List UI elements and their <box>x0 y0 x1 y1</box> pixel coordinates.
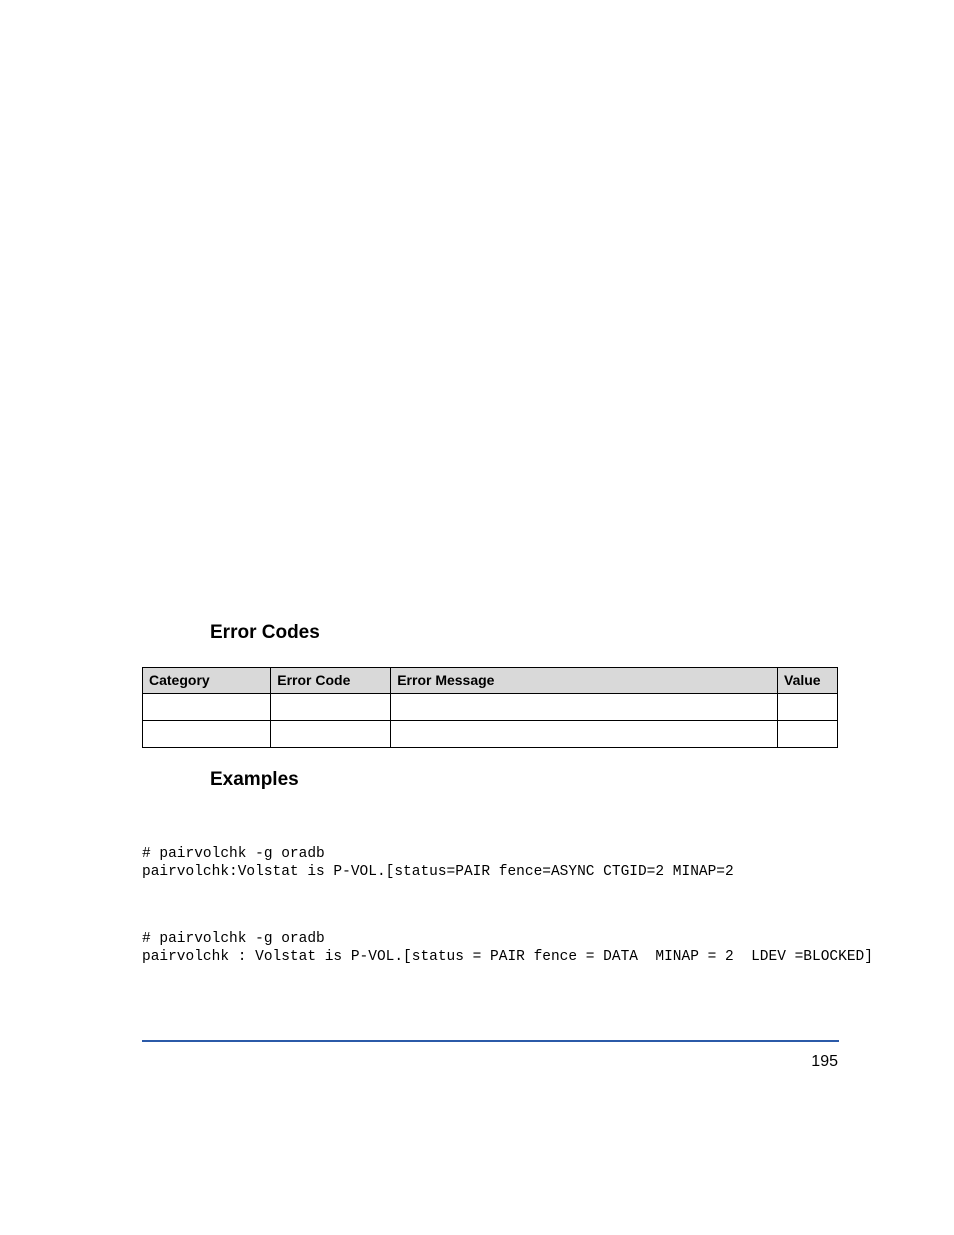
td-value <box>778 693 838 720</box>
footer-rule <box>142 1040 839 1042</box>
page-number: 195 <box>811 1053 838 1071</box>
td-error-code <box>271 720 391 747</box>
code-example-2: # pairvolchk -g oradb pairvolchk : Volst… <box>142 930 873 966</box>
th-value: Value <box>778 668 838 694</box>
table-header-row: Category Error Code Error Message Value <box>143 668 838 694</box>
td-category <box>143 693 271 720</box>
table-row <box>143 693 838 720</box>
td-error-code <box>271 693 391 720</box>
th-error-message: Error Message <box>391 668 778 694</box>
table-row <box>143 720 838 747</box>
td-error-message <box>391 720 778 747</box>
th-category: Category <box>143 668 271 694</box>
td-error-message <box>391 693 778 720</box>
page: Error Codes Category Error Code Error Me… <box>0 0 954 1235</box>
error-codes-table: Category Error Code Error Message Value <box>142 667 838 748</box>
td-category <box>143 720 271 747</box>
code-example-1: # pairvolchk -g oradb pairvolchk:Volstat… <box>142 845 734 881</box>
th-error-code: Error Code <box>271 668 391 694</box>
heading-examples: Examples <box>210 769 299 791</box>
heading-error-codes: Error Codes <box>210 622 320 644</box>
td-value <box>778 720 838 747</box>
